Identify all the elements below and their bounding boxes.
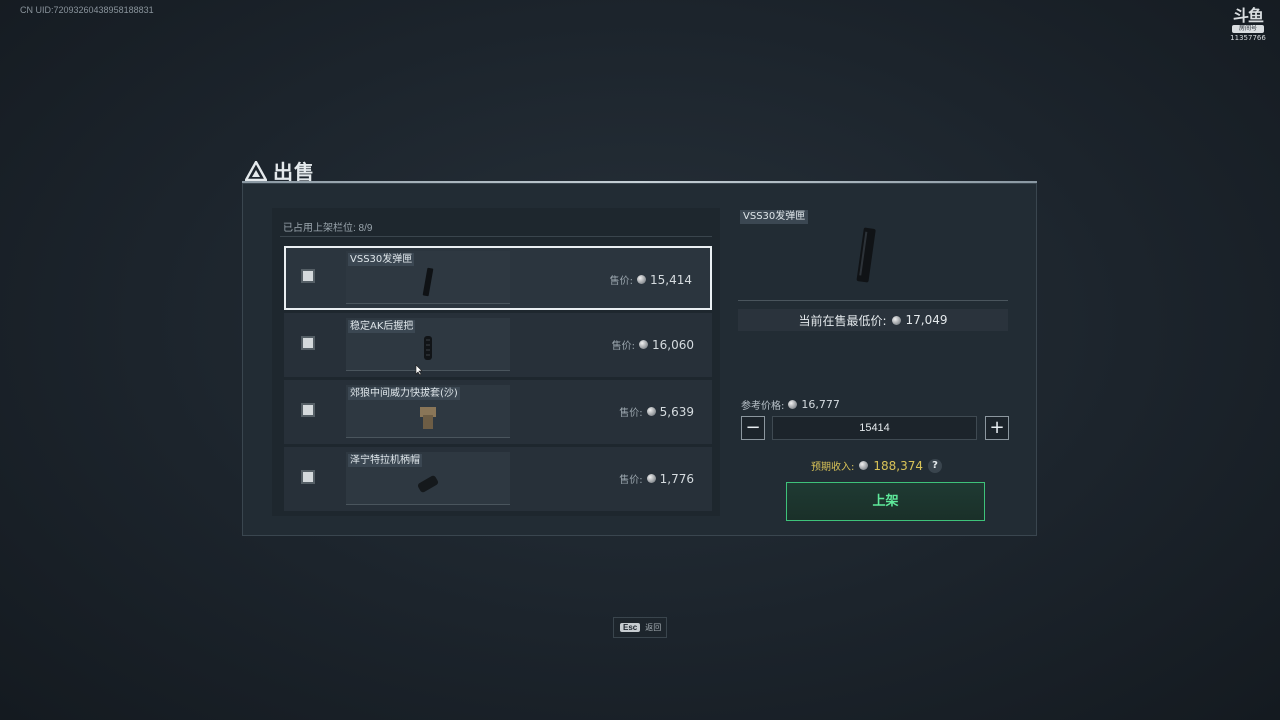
expected-income: 预期收入: 188,374 ? (811, 458, 942, 473)
item-thumbnail: 稳定AK后握把 (346, 318, 510, 371)
help-icon[interactable]: ? (928, 458, 942, 473)
increase-price-button[interactable]: + (985, 416, 1009, 440)
detail-item-name: VSS30发弹匣 (740, 210, 809, 224)
coin-icon (891, 315, 901, 325)
price-label: 售价: (619, 475, 643, 486)
watermark-logo: 斗鱼 (1232, 6, 1264, 25)
price-label: 售价: (609, 276, 633, 287)
magazine-icon (422, 267, 434, 297)
item-thumbnail: 泽宁特拉机柄帽 (346, 452, 510, 505)
item-price: 售价: 1,776 (619, 471, 694, 487)
reference-price-value: 16,777 (801, 398, 840, 411)
price-label: 售价: (611, 341, 635, 352)
grip-icon (424, 336, 432, 360)
mouse-cursor-icon (415, 364, 423, 376)
reference-price: 参考价格: 16,777 (741, 397, 840, 412)
row-checkbox[interactable] (301, 336, 315, 350)
pouch-icon (420, 407, 436, 429)
esc-key-icon: Esc (620, 623, 641, 632)
watermark-room: 11357766 (1230, 34, 1266, 42)
list-for-sale-button[interactable]: 上架 (786, 482, 985, 521)
back-label: 返回 (645, 623, 662, 632)
slots-label: 已占用上架栏位: 8/9 (283, 223, 373, 234)
item-price: 售价: 15,414 (609, 272, 692, 288)
item-name: 泽宁特拉机柄帽 (348, 454, 422, 467)
price-label: 售价: (619, 408, 643, 419)
coin-icon (639, 340, 648, 349)
reference-price-label: 参考价格: (741, 401, 785, 412)
lowest-price: 当前在售最低价: 17,049 (738, 309, 1008, 331)
lowest-price-value: 17,049 (905, 313, 948, 327)
row-checkbox[interactable] (301, 269, 315, 283)
coin-icon (637, 275, 646, 284)
coin-icon (859, 461, 869, 470)
uid-label: CN UID:72093260438958188831 (20, 5, 154, 15)
item-name: 郊狼中间威力快拔套(沙) (348, 387, 460, 400)
row-checkbox[interactable] (301, 470, 315, 484)
listing-row-charging-handle[interactable]: 泽宁特拉机柄帽 售价: 1,776 (284, 447, 712, 511)
listing-row-coyote-holster[interactable]: 郊狼中间威力快拔套(沙) 售价: 5,639 (284, 380, 712, 444)
decrease-price-button[interactable]: − (741, 416, 765, 440)
magazine-icon (856, 227, 876, 283)
price-value: 16,060 (652, 337, 694, 352)
expected-income-value: 188,374 (873, 458, 923, 473)
item-name: VSS30发弹匣 (348, 253, 415, 266)
coin-icon (788, 400, 798, 409)
watermark: 斗鱼 房间号 11357766 (1228, 6, 1268, 43)
price-value: 1,776 (659, 471, 694, 486)
watermark-tag: 房间号 (1232, 25, 1264, 33)
item-thumbnail: VSS30发弹匣 (346, 251, 510, 304)
item-price: 售价: 16,060 (611, 337, 694, 353)
item-thumbnail: 郊狼中间威力快拔套(沙) (346, 385, 510, 438)
lowest-price-label: 当前在售最低价: (798, 313, 887, 328)
coin-icon (646, 474, 656, 483)
warning-triangle-icon (245, 160, 267, 181)
row-checkbox[interactable] (301, 403, 315, 417)
divider (280, 236, 712, 237)
handle-cap-icon (417, 475, 439, 493)
price-value: 15,414 (650, 272, 692, 287)
listing-row-ak-grip[interactable]: 稳定AK后握把 售价: 16,060 (284, 313, 712, 377)
back-button[interactable]: Esc 返回 (613, 617, 667, 638)
expected-income-label: 预期收入: (811, 462, 855, 473)
item-price: 售价: 5,639 (619, 404, 694, 420)
price-value: 5,639 (659, 404, 694, 419)
price-input[interactable]: 15414 (772, 416, 977, 440)
item-name: 稳定AK后握把 (348, 320, 416, 333)
coin-icon (646, 407, 656, 416)
listing-row-vss30[interactable]: VSS30发弹匣 售价: 15,414 (284, 246, 712, 310)
